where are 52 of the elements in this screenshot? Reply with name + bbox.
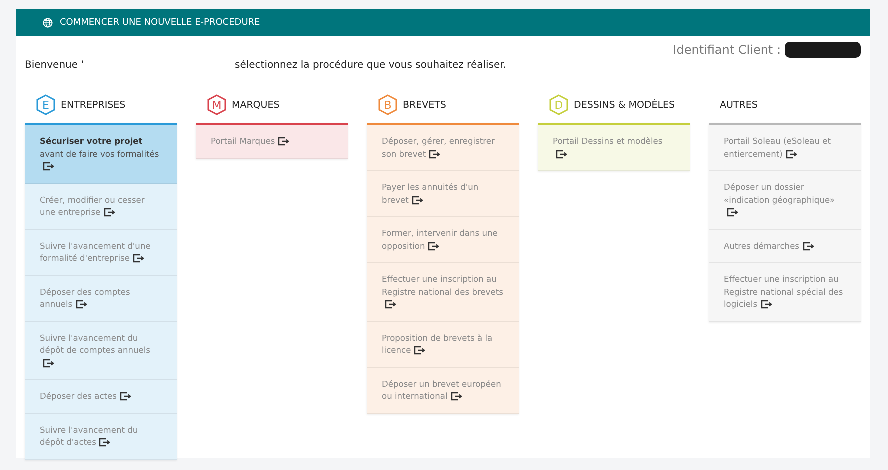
exit-icon — [43, 358, 55, 368]
hexagon-badge: E — [36, 94, 56, 116]
procedure-link[interactable]: Suivre l'avancement du dépôt de comptes annuels — [25, 322, 177, 380]
procedure-link[interactable]: Sécuriser votre projet avant de faire vos formalités — [25, 125, 177, 184]
exit-icon — [99, 438, 112, 448]
exit-icon — [727, 208, 739, 218]
exit-icon — [556, 150, 568, 159]
procedure-link[interactable]: Portail Soleau (eSoleau et entiercement) — [709, 125, 861, 171]
exit-icon — [802, 242, 814, 251]
exit-icon — [450, 392, 463, 402]
column-title: MARQUES — [232, 100, 280, 110]
exit-icon — [43, 162, 55, 172]
column-title: ENTREPRISES — [61, 100, 126, 110]
exit-icon — [412, 196, 424, 205]
column-title: DESSINS & MODÈLES — [574, 100, 676, 110]
procedure-link[interactable]: Suivre l'avancement du dépôt d'actes — [25, 414, 177, 460]
exit-icon — [76, 300, 88, 310]
procedure-link[interactable]: Déposer un brevet européen ou international — [367, 368, 519, 414]
exit-icon — [278, 137, 290, 146]
exit-icon — [786, 150, 798, 159]
column-title: AUTRES — [720, 100, 758, 110]
exit-icon — [428, 242, 440, 251]
procedure-link[interactable]: Autres démarches — [709, 230, 861, 263]
exit-icon — [760, 300, 773, 310]
procedure-link[interactable]: Déposer un dossier «indication géographique» — [709, 171, 861, 230]
procedure-link[interactable]: Effectuer une inscription au Registre national des brevets — [367, 263, 519, 322]
column-title: BREVETS — [403, 100, 446, 110]
exit-icon — [385, 300, 397, 310]
exit-icon — [429, 150, 442, 159]
client-id-label: Identifiant Client : — [673, 43, 781, 57]
exit-icon — [120, 392, 132, 402]
procedure-link[interactable]: Déposer des actes — [25, 380, 177, 414]
exit-icon — [132, 254, 145, 264]
procedure-link[interactable]: Proposition de brevets à la licence — [367, 322, 519, 368]
hexagon-badge: M — [207, 94, 227, 116]
procedure-link[interactable]: Former, intervenir dans une opposition — [367, 217, 519, 263]
hexagon-badge: B — [378, 94, 398, 116]
exit-icon — [104, 208, 116, 218]
procedure-link[interactable]: Suivre l'avancement d'une formalité d'entreprise — [25, 230, 177, 276]
procedure-link[interactable]: Payer les annuités d'un brevet — [367, 171, 519, 217]
procedure-link[interactable]: Portail Marques — [196, 125, 348, 158]
exit-icon — [414, 346, 426, 356]
hexagon-badge: D — [549, 94, 569, 116]
procedure-link[interactable]: Déposer des comptes annuels — [25, 276, 177, 322]
procedure-link[interactable]: Portail Dessins et modèles — [538, 125, 690, 171]
header-title: COMMENCER UNE NOUVELLE E-PROCEDURE — [60, 18, 260, 28]
procedure-link[interactable]: Créer, modifier ou cesser une entreprise — [25, 184, 177, 230]
procedure-link[interactable]: Déposer, gérer, enregistrer son brevet — [367, 125, 519, 171]
globe-icon — [43, 18, 53, 28]
procedure-link[interactable]: Effectuer une inscription au Registre national spécial des logiciels — [709, 263, 861, 322]
instruction-text: sélectionnez la procédure que vous souhaitez réaliser. — [235, 60, 507, 71]
welcome-text: Bienvenue ' — [25, 60, 84, 71]
